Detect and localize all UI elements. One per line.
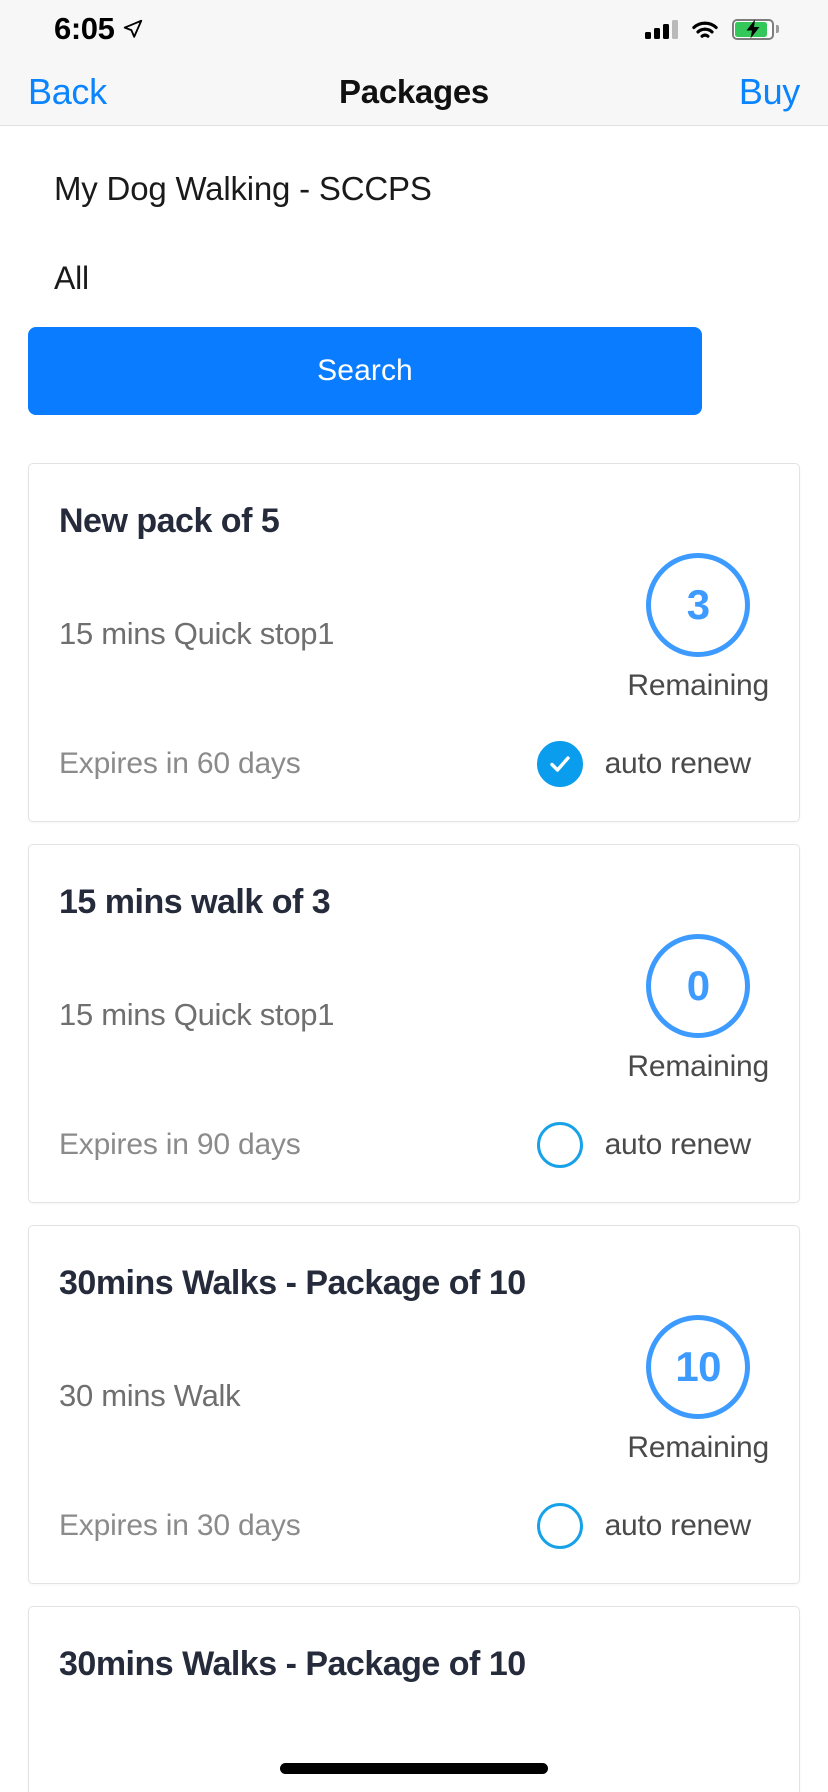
- remaining-count: 3: [686, 581, 710, 628]
- auto-renew-label: auto renew: [604, 1509, 752, 1542]
- package-title: 15 mins walk of 3: [59, 883, 331, 921]
- expiry-text: Expires in 90 days: [59, 1128, 301, 1161]
- status-time: 6:05: [54, 11, 115, 46]
- back-button[interactable]: Back: [28, 71, 107, 113]
- package-card[interactable]: 15 mins walk of 3 15 mins Quick stop1 0 …: [28, 844, 800, 1203]
- status-bar-left: 6:05: [54, 11, 144, 47]
- app-root: 6:05 Back Packages Buy My Dog Walking - …: [0, 0, 828, 1792]
- location-arrow-icon: [124, 19, 143, 38]
- package-footer: Expires in 30 days auto renew: [59, 1489, 769, 1583]
- package-footer: Expires in 60 days auto renew: [59, 727, 769, 821]
- remaining-circle: 10: [646, 1315, 751, 1419]
- cellular-signal-icon: [645, 19, 678, 39]
- content-scroll-area[interactable]: My Dog Walking - SCCPS All Search New pa…: [0, 127, 828, 1792]
- remaining-count: 0: [686, 962, 710, 1009]
- remaining-block: 3 Remaining: [627, 553, 769, 703]
- remaining-label: Remaining: [627, 1431, 769, 1464]
- package-body: 15 mins Quick stop1 0 Remaining: [59, 922, 769, 1108]
- wifi-icon: [692, 21, 718, 38]
- remaining-label: Remaining: [627, 1050, 769, 1083]
- auto-renew-checkbox-unchecked[interactable]: [536, 1122, 583, 1168]
- remaining-block: 10 Remaining: [627, 1315, 769, 1465]
- auto-renew-group[interactable]: auto renew: [536, 1122, 752, 1168]
- package-service-name: 15 mins Quick stop1: [59, 997, 335, 1032]
- package-title: 30mins Walks - Package of 10: [59, 1264, 526, 1302]
- lightning-bolt-icon: [746, 19, 760, 39]
- remaining-count: 10: [675, 1343, 722, 1390]
- status-bar: 6:05: [0, 0, 828, 58]
- package-title: 30mins Walks - Package of 10: [59, 1645, 526, 1683]
- package-service-name: 30 mins Walk: [59, 1378, 241, 1413]
- package-title: New pack of 5: [59, 502, 280, 540]
- buy-button[interactable]: Buy: [739, 71, 800, 113]
- checkmark-icon: [549, 756, 570, 772]
- auto-renew-label: auto renew: [604, 747, 752, 780]
- auto-renew-label: auto renew: [604, 1128, 752, 1161]
- navigation-bar: Back Packages Buy: [0, 58, 828, 126]
- organization-title: My Dog Walking - SCCPS: [54, 170, 432, 207]
- package-list: New pack of 5 15 mins Quick stop1 3 Rema…: [0, 463, 828, 1792]
- filter-selector[interactable]: All: [0, 208, 828, 297]
- package-service-name: 15 mins Quick stop1: [59, 616, 335, 651]
- package-footer: Expires in 90 days auto renew: [59, 1108, 769, 1202]
- search-button[interactable]: Search: [28, 327, 702, 415]
- page-title: Packages: [339, 72, 489, 110]
- package-card[interactable]: New pack of 5 15 mins Quick stop1 3 Rema…: [28, 463, 800, 822]
- package-card[interactable]: 30mins Walks - Package of 10 30 mins Wal…: [28, 1225, 800, 1584]
- battery-charging-icon: [732, 18, 779, 40]
- auto-renew-checkbox-unchecked[interactable]: [536, 1503, 583, 1549]
- status-bar-right: [645, 18, 779, 40]
- remaining-label: Remaining: [627, 669, 769, 702]
- package-body: 15 mins Quick stop1 3 Remaining: [59, 541, 769, 727]
- auto-renew-checkbox-checked[interactable]: [536, 741, 583, 787]
- remaining-circle: 0: [646, 934, 751, 1038]
- auto-renew-group[interactable]: auto renew: [536, 741, 752, 787]
- home-indicator: [280, 1763, 548, 1774]
- remaining-circle: 3: [646, 553, 751, 657]
- package-body: 30 mins Walk 10 Remaining: [59, 1303, 769, 1489]
- auto-renew-group[interactable]: auto renew: [536, 1503, 752, 1549]
- expiry-text: Expires in 30 days: [59, 1509, 301, 1542]
- package-body: [59, 1684, 769, 1792]
- expiry-text: Expires in 60 days: [59, 747, 301, 780]
- remaining-block: 0 Remaining: [627, 934, 769, 1084]
